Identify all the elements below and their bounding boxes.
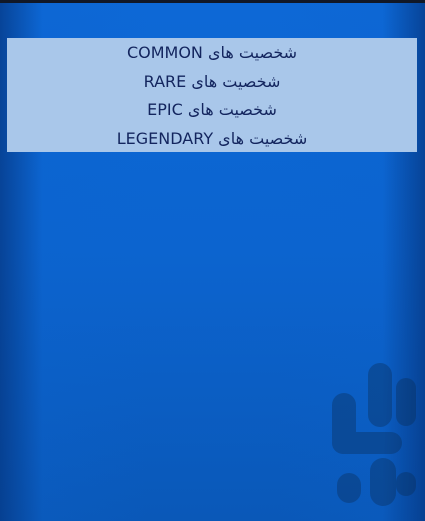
menu-item-legendary[interactable]: شخصیت های LEGENDARY bbox=[7, 125, 417, 154]
menu-item-common[interactable]: شخصیت های COMMON bbox=[7, 39, 417, 68]
bazaar-logo-icon bbox=[332, 363, 416, 506]
menu-item-rare[interactable]: شخصیت های RARE bbox=[7, 68, 417, 97]
character-category-menu: شخصیت های COMMON شخصیت های RARE شخصیت ها… bbox=[7, 38, 417, 152]
menu-item-epic[interactable]: شخصیت های EPIC bbox=[7, 96, 417, 125]
